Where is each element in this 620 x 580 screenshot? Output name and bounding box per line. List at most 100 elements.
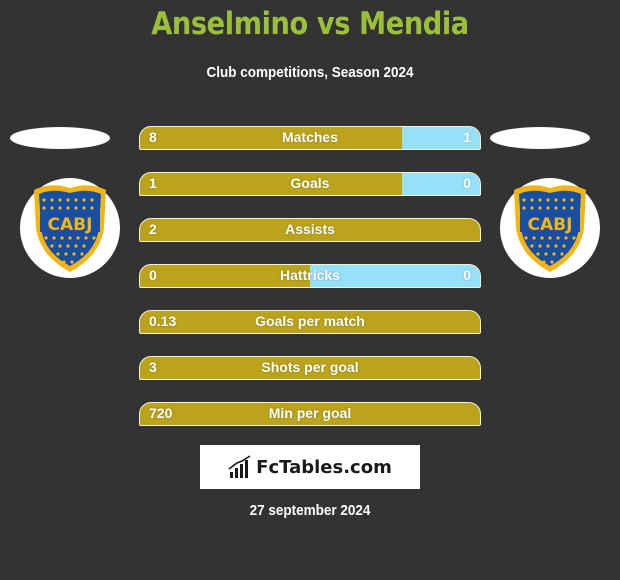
crest-star bbox=[522, 198, 526, 202]
crest-star bbox=[562, 198, 566, 202]
crest-star bbox=[530, 198, 534, 202]
stat-label: Shots per goal bbox=[261, 359, 359, 375]
stat-row: Goals 1 0 bbox=[139, 172, 481, 196]
crest-star bbox=[570, 198, 574, 202]
crest-star bbox=[70, 260, 74, 264]
left-value: 0.13 bbox=[149, 313, 177, 329]
crest-star bbox=[58, 244, 62, 248]
crest-star bbox=[82, 206, 86, 210]
crest-star bbox=[552, 252, 556, 256]
crest-star bbox=[82, 244, 86, 248]
date-label: 27 september 2024 bbox=[249, 502, 371, 519]
crest-star bbox=[564, 236, 568, 240]
crest-star bbox=[572, 236, 576, 240]
svg-text:CABJ: CABJ bbox=[48, 215, 93, 235]
crest-star bbox=[542, 260, 546, 264]
stat-label: Min per goal bbox=[268, 405, 352, 421]
stat-row: Assists 2 bbox=[139, 218, 481, 242]
crest-star bbox=[66, 244, 70, 248]
crest-star bbox=[540, 236, 544, 240]
stat-label: Matches bbox=[281, 129, 339, 145]
boca-juniors-crest-icon: CABJ bbox=[34, 185, 106, 272]
crest-star bbox=[58, 198, 62, 202]
crest-star bbox=[530, 244, 534, 248]
crest-star bbox=[76, 236, 80, 240]
fctables-logo[interactable]: FcTables.com bbox=[200, 445, 420, 489]
crest-star bbox=[74, 206, 78, 210]
crest-star bbox=[538, 198, 542, 202]
left-value: 1 bbox=[149, 175, 157, 191]
stat-row: Shots per goal 3 bbox=[139, 356, 481, 380]
stat-row: Min per goal 720 bbox=[139, 402, 481, 426]
crest-star bbox=[74, 244, 78, 248]
crest-star bbox=[62, 260, 66, 264]
left-value: 720 bbox=[149, 405, 173, 421]
crest-star bbox=[44, 236, 48, 240]
page-subtitle: Club competitions, Season 2024 bbox=[206, 64, 414, 81]
stat-row: Goals per match 0.13 bbox=[139, 310, 481, 334]
crest-star bbox=[90, 206, 94, 210]
crest-star bbox=[560, 252, 564, 256]
boca-juniors-crest-icon: CABJ bbox=[514, 185, 586, 272]
stat-row: Matches 8 1 bbox=[139, 126, 481, 150]
crest-star bbox=[554, 244, 558, 248]
crest-star bbox=[546, 198, 550, 202]
crest-star bbox=[556, 236, 560, 240]
crest-star bbox=[554, 206, 558, 210]
crest-star bbox=[546, 244, 550, 248]
logo-text: FcTables.com bbox=[256, 456, 392, 478]
crest-star bbox=[570, 206, 574, 210]
crest-star bbox=[530, 206, 534, 210]
page-title: Anselmino vs Mendia bbox=[151, 6, 469, 42]
left-value: 8 bbox=[149, 129, 157, 145]
crest-star bbox=[52, 236, 56, 240]
crest-star bbox=[544, 252, 548, 256]
crest-star bbox=[536, 252, 540, 256]
stat-row: Hattricks 0 0 bbox=[139, 264, 481, 288]
stat-label: Goals per match bbox=[255, 313, 365, 329]
crest-star bbox=[66, 198, 70, 202]
crest-star bbox=[80, 252, 84, 256]
left-club-badge[interactable]: CABJ bbox=[20, 178, 120, 278]
bar-chart-icon bbox=[228, 455, 251, 478]
crest-star bbox=[90, 198, 94, 202]
crest-star bbox=[524, 236, 528, 240]
crest-star bbox=[50, 198, 54, 202]
stat-label: Hattricks bbox=[280, 267, 340, 283]
crest-star bbox=[58, 206, 62, 210]
left-value: 0 bbox=[149, 267, 157, 283]
crest-star bbox=[522, 206, 526, 210]
right-value: 0 bbox=[463, 267, 471, 283]
svg-text:CABJ: CABJ bbox=[528, 215, 573, 235]
left-value: 2 bbox=[149, 221, 157, 237]
crest-star bbox=[92, 236, 96, 240]
crest-star bbox=[68, 236, 72, 240]
crest-star bbox=[532, 236, 536, 240]
crest-star bbox=[42, 198, 46, 202]
stat-label: Assists bbox=[285, 221, 335, 237]
crest-star bbox=[74, 198, 78, 202]
crest-star bbox=[72, 252, 76, 256]
left-player-placeholder bbox=[10, 127, 110, 149]
crest-star bbox=[548, 236, 552, 240]
right-club-badge[interactable]: CABJ bbox=[500, 178, 600, 278]
crest-star bbox=[42, 206, 46, 210]
right-value: 0 bbox=[463, 175, 471, 191]
crest-star bbox=[554, 198, 558, 202]
crest-star bbox=[50, 244, 54, 248]
crest-star bbox=[538, 206, 542, 210]
crest-star bbox=[82, 198, 86, 202]
right-player-placeholder bbox=[490, 127, 590, 149]
crest-star bbox=[562, 206, 566, 210]
crest-star bbox=[66, 206, 70, 210]
crest-star bbox=[56, 252, 60, 256]
crest-star bbox=[538, 244, 542, 248]
stat-label: Goals bbox=[290, 175, 330, 191]
crest-star bbox=[84, 236, 88, 240]
crest-star bbox=[60, 236, 64, 240]
right-value: 1 bbox=[463, 129, 471, 145]
crest-star bbox=[50, 206, 54, 210]
left-value: 3 bbox=[149, 359, 157, 375]
crest-star bbox=[64, 252, 68, 256]
crest-star bbox=[550, 260, 554, 264]
